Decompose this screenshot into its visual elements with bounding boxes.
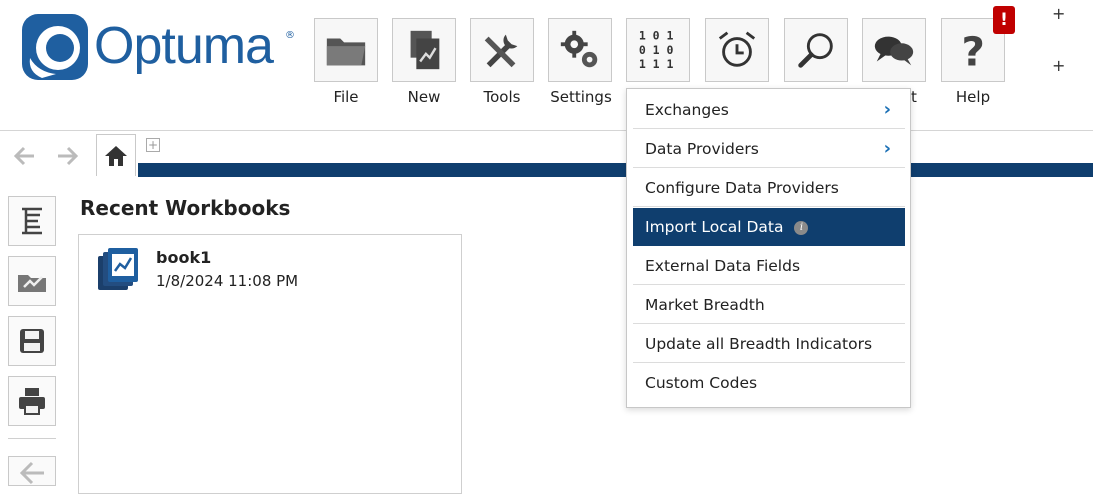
menu-item-configure-data-providers[interactable]: Configure Data Providers [633,169,905,207]
print-button[interactable] [8,376,56,426]
nav-divider [0,130,1093,131]
menu-item-import-local-data[interactable]: Import Local Data i [633,208,905,246]
alarm-button[interactable] [705,18,769,82]
settings-button[interactable] [548,18,612,82]
forward-arrow-icon [58,146,78,166]
outline-button[interactable] [8,196,56,246]
search-icon [798,33,833,68]
menu-item-label: Market Breadth [645,296,765,314]
data-dropdown-menu: Exchanges › Data Providers › Configure D… [626,88,911,408]
forward-button[interactable] [52,142,82,170]
tools-button[interactable] [470,18,534,82]
workbook-date: 1/8/2024 11:08 PM [156,272,299,290]
menu-item-label: Import Local Data [645,218,784,236]
help-icon: ? [962,29,985,73]
brand-name: Optuma [94,17,274,75]
file-button[interactable] [314,18,378,82]
menu-item-label: Update all Breadth Indicators [645,335,873,353]
registered-mark: ® [285,30,295,41]
data-button[interactable]: 1 0 10 1 01 1 1 [626,18,690,82]
workbook-name[interactable]: book1 [156,248,211,267]
file-label: File [333,88,359,106]
menu-item-label: Data Providers [645,140,759,158]
svg-text:?: ? [962,29,985,73]
recent-workbooks-title: Recent Workbooks [80,196,291,220]
svg-text:1 0 1: 1 0 1 [639,28,674,42]
chat-button[interactable] [862,18,926,82]
binary-data-icon: 1 0 10 1 01 1 1 [639,28,674,71]
svg-text:0 1 0: 0 1 0 [639,43,674,57]
open-folder-chart-icon [18,275,46,292]
save-disk-icon [20,329,44,353]
expand-plus-bottom[interactable]: + [1052,56,1065,75]
sidebar-divider [8,438,56,439]
new-button[interactable] [392,18,456,82]
open-workbook-button[interactable] [8,256,56,306]
home-tab[interactable] [96,134,136,176]
info-icon[interactable]: i [794,220,809,235]
gears-icon [560,30,598,68]
menu-item-exchanges[interactable]: Exchanges › [633,91,905,129]
add-tab-button[interactable]: + [146,138,160,152]
tree-list-icon [22,207,42,235]
back-button[interactable] [10,142,40,170]
printer-icon [19,388,45,415]
menu-item-market-breadth[interactable]: Market Breadth [633,286,905,324]
chat-label-partial: t [911,88,917,106]
back-arrow-icon [14,146,34,166]
help-label: Help [955,88,991,106]
chevron-right-icon: › [883,99,891,120]
expand-plus-top[interactable]: + [1052,4,1065,23]
new-document-icon [410,30,440,70]
home-icon [105,145,127,166]
menu-item-update-breadth-indicators[interactable]: Update all Breadth Indicators [633,325,905,363]
menu-item-label: Configure Data Providers [645,179,839,197]
folder-icon [326,38,366,66]
chevron-right-icon: › [883,138,891,159]
menu-item-label: Custom Codes [645,374,758,392]
stacked-charts-icon [98,248,138,290]
optuma-logo-mark-icon [22,14,88,80]
optuma-logo: Optuma ® [20,12,295,84]
tools-icon [484,34,518,68]
sidebar-arrow-button[interactable] [8,456,56,486]
menu-item-label: External Data Fields [645,257,801,275]
settings-label: Settings [550,88,612,106]
alarm-clock-icon [718,31,756,67]
menu-item-data-providers[interactable]: Data Providers › [633,130,905,168]
workspace-tab-bar [138,163,1093,177]
alert-badge[interactable]: ! [993,6,1015,34]
workbook-icon[interactable] [96,246,144,294]
chat-bubbles-icon [874,36,914,66]
tools-label: Tools [483,88,521,106]
menu-item-custom-codes[interactable]: Custom Codes [633,364,905,402]
left-arrow-icon [19,461,44,485]
save-button[interactable] [8,316,56,366]
new-label: New [407,88,441,106]
search-button[interactable] [784,18,848,82]
menu-item-external-data-fields[interactable]: External Data Fields [633,247,905,285]
svg-text:1 1 1: 1 1 1 [639,57,674,71]
menu-item-label: Exchanges [645,101,729,119]
